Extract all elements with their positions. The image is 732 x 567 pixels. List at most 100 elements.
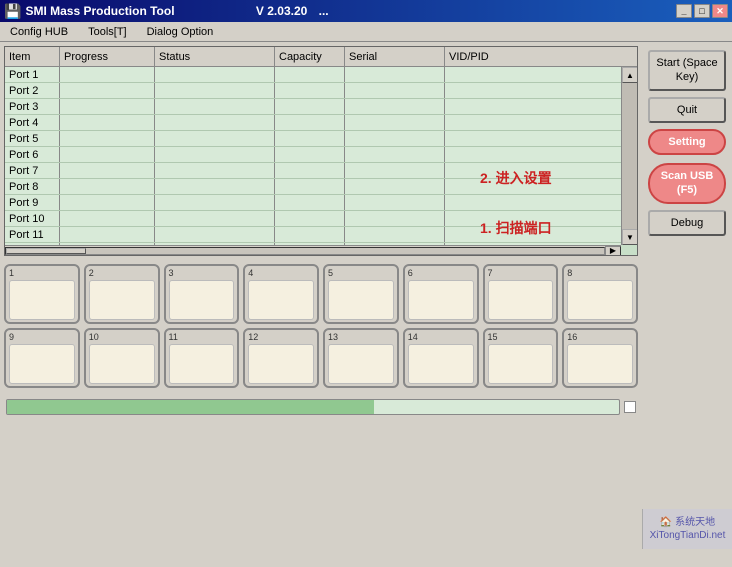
row-progress xyxy=(60,115,155,130)
row-item: Port 5 xyxy=(5,131,60,146)
minimize-button[interactable]: _ xyxy=(676,4,692,18)
title-text: 💾 SMI Mass Production Tool V 2.03.20 ... xyxy=(4,3,329,20)
port-square xyxy=(89,280,155,320)
row-progress xyxy=(60,227,155,242)
row-status xyxy=(155,195,275,210)
row-status xyxy=(155,163,275,178)
col-header-vidpid: VID/PID xyxy=(445,47,637,66)
row-vidpid xyxy=(445,227,637,242)
row-vidpid xyxy=(445,147,637,162)
port-number: 10 xyxy=(89,332,99,342)
scan-usb-label: Scan USB(F5) xyxy=(661,170,714,196)
restore-button[interactable]: □ xyxy=(694,4,710,18)
row-capacity xyxy=(275,115,345,130)
port-square xyxy=(488,344,554,384)
scan-usb-button[interactable]: Scan USB(F5) xyxy=(648,163,726,204)
row-serial xyxy=(345,147,445,162)
port-square xyxy=(248,280,314,320)
port-cell: 3 xyxy=(164,264,240,324)
row-vidpid xyxy=(445,115,637,130)
menu-config-hub[interactable]: Config HUB xyxy=(4,24,74,40)
setting-button[interactable]: Setting xyxy=(648,129,726,155)
table-row: Port 11 xyxy=(5,227,637,243)
close-button[interactable]: ✕ xyxy=(712,4,728,18)
col-header-capacity: Capacity xyxy=(275,47,345,66)
start-label: Start (Space Key) xyxy=(656,57,717,83)
row-serial xyxy=(345,227,445,242)
row-status xyxy=(155,147,275,162)
port-grid: 1 2 3 4 5 6 7 8 9 10 xyxy=(4,260,638,392)
menu-tools[interactable]: Tools[T] xyxy=(82,24,133,40)
port-number: 6 xyxy=(408,268,413,278)
row-progress xyxy=(60,179,155,194)
scrollbar-thumb[interactable] xyxy=(6,248,86,254)
row-serial xyxy=(345,163,445,178)
menu-bar: Config HUB Tools[T] Dialog Option xyxy=(0,22,732,42)
port-cell: 14 xyxy=(403,328,479,388)
port-cell: 5 xyxy=(323,264,399,324)
row-capacity xyxy=(275,131,345,146)
row-progress xyxy=(60,83,155,98)
row-vidpid xyxy=(445,179,637,194)
row-status xyxy=(155,115,275,130)
row-status xyxy=(155,179,275,194)
title-bar: 💾 SMI Mass Production Tool V 2.03.20 ...… xyxy=(0,0,732,22)
debug-button[interactable]: Debug xyxy=(648,210,726,236)
horizontal-scrollbar[interactable]: ▶ xyxy=(5,245,621,255)
row-serial xyxy=(345,195,445,210)
table-body: Port 1 Port 2 Port 3 Port 4 xyxy=(5,67,637,245)
scroll-down-arrow[interactable]: ▼ xyxy=(622,229,638,245)
row-capacity xyxy=(275,147,345,162)
table-header: Item Progress Status Capacity Serial VID… xyxy=(5,47,637,67)
port-square xyxy=(169,344,235,384)
menu-dialog-option[interactable]: Dialog Option xyxy=(141,24,220,40)
row-progress xyxy=(60,163,155,178)
port-cell: 10 xyxy=(84,328,160,388)
port-number: 13 xyxy=(328,332,338,342)
port-number: 16 xyxy=(567,332,577,342)
progress-checkbox[interactable] xyxy=(624,401,636,413)
debug-label: Debug xyxy=(671,217,703,229)
row-capacity xyxy=(275,83,345,98)
vertical-scrollbar[interactable]: ▲ ▼ xyxy=(621,67,637,245)
vscroll-track[interactable] xyxy=(622,83,637,229)
port-number: 11 xyxy=(169,332,178,342)
port-cell: 12 xyxy=(243,328,319,388)
row-capacity xyxy=(275,211,345,226)
table-row: Port 7 xyxy=(5,163,637,179)
main-layout: Item Progress Status Capacity Serial VID… xyxy=(0,42,732,567)
port-square xyxy=(328,344,394,384)
port-number: 14 xyxy=(408,332,418,342)
quit-button[interactable]: Quit xyxy=(648,97,726,123)
row-vidpid xyxy=(445,67,637,82)
row-capacity xyxy=(275,99,345,114)
port-square xyxy=(9,344,75,384)
row-serial xyxy=(345,179,445,194)
row-capacity xyxy=(275,163,345,178)
port-number: 4 xyxy=(248,268,253,278)
scrollbar-track[interactable] xyxy=(5,247,605,255)
row-item: Port 9 xyxy=(5,195,60,210)
row-item: Port 6 xyxy=(5,147,60,162)
table-row: Port 5 xyxy=(5,131,637,147)
port-number: 3 xyxy=(169,268,174,278)
row-progress xyxy=(60,147,155,162)
progress-bar xyxy=(6,399,620,415)
row-item: Port 2 xyxy=(5,83,60,98)
row-status xyxy=(155,211,275,226)
start-button[interactable]: Start (Space Key) xyxy=(648,50,726,91)
table-row: Port 10 xyxy=(5,211,637,227)
row-serial xyxy=(345,83,445,98)
row-vidpid xyxy=(445,163,637,178)
row-vidpid xyxy=(445,211,637,226)
port-number: 12 xyxy=(248,332,258,342)
scroll-up-arrow[interactable]: ▲ xyxy=(622,67,638,83)
port-number: 2 xyxy=(89,268,94,278)
port-number: 1 xyxy=(9,268,14,278)
table-row: Port 6 xyxy=(5,147,637,163)
table-row: Port 8 xyxy=(5,179,637,195)
scroll-right-arrow[interactable]: ▶ xyxy=(605,246,621,256)
port-square xyxy=(328,280,394,320)
port-cell: 6 xyxy=(403,264,479,324)
port-cell: 13 xyxy=(323,328,399,388)
